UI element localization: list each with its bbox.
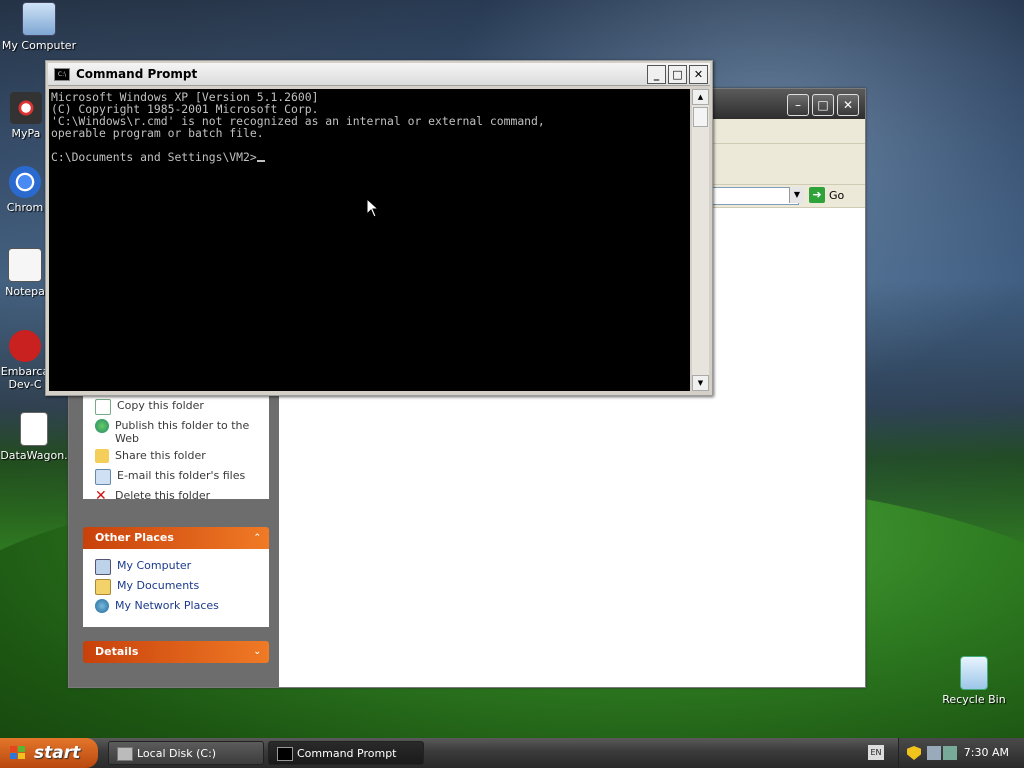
desktop-icon-datawagon[interactable]: DataWagon. bbox=[0, 412, 70, 462]
close-button[interactable]: ✕ bbox=[689, 65, 708, 84]
chrome-icon bbox=[9, 166, 41, 198]
place-my-computer[interactable]: My Computer bbox=[95, 559, 265, 575]
file-folder-tasks-panel: Copy this folder Publish this folder to … bbox=[83, 395, 269, 503]
desktop-icon-embarcadero[interactable]: Embarca Dev-C bbox=[0, 330, 50, 391]
my-documents-icon bbox=[95, 579, 111, 595]
place-my-network-places[interactable]: My Network Places bbox=[95, 599, 265, 613]
file-icon bbox=[20, 412, 48, 446]
close-button[interactable]: ✕ bbox=[837, 94, 859, 116]
globe-icon bbox=[95, 419, 109, 433]
language-indicator[interactable]: EN bbox=[868, 745, 884, 760]
console-output[interactable]: Microsoft Windows XP [Version 5.1.2600] … bbox=[49, 89, 690, 391]
desktop-icon-label: DataWagon. bbox=[0, 449, 68, 462]
other-places-header[interactable]: Other Places ⌃ bbox=[83, 527, 269, 549]
desktop-icon-notepad[interactable]: Notepa bbox=[0, 248, 50, 298]
cmd-title: Command Prompt bbox=[76, 67, 198, 81]
recycle-bin-icon bbox=[960, 656, 988, 690]
console-line: operable program or batch file. bbox=[51, 126, 264, 140]
address-dropdown-button[interactable]: ▼ bbox=[789, 187, 804, 203]
task-copy-folder[interactable]: Copy this folder bbox=[95, 399, 265, 415]
email-icon bbox=[95, 469, 111, 485]
notepad-icon bbox=[8, 248, 42, 282]
windows-logo-icon bbox=[10, 746, 26, 760]
minimize-button[interactable]: _ bbox=[647, 65, 666, 84]
task-share-folder[interactable]: Share this folder bbox=[95, 449, 265, 463]
copy-icon bbox=[95, 399, 111, 415]
delete-x-icon: ✕ bbox=[95, 488, 107, 504]
text-cursor bbox=[256, 160, 265, 162]
paint-icon bbox=[10, 92, 42, 124]
security-shield-icon[interactable] bbox=[907, 746, 921, 760]
go-label: Go bbox=[829, 188, 845, 202]
command-prompt-window[interactable]: C:\ Command Prompt _ □ ✕ Microsoft Windo… bbox=[45, 60, 713, 396]
other-places-panel: My Computer My Documents My Network Plac… bbox=[83, 549, 269, 627]
maximize-button[interactable]: □ bbox=[812, 94, 834, 116]
clock[interactable]: 7:30 AM bbox=[964, 738, 1009, 768]
console-prompt: C:\Documents and Settings\VM2> bbox=[51, 150, 257, 164]
network-places-icon bbox=[95, 599, 109, 613]
network-icon[interactable] bbox=[927, 746, 941, 760]
desktop-icon-label: My Computer bbox=[1, 39, 77, 52]
task-email-files[interactable]: E-mail this folder's files bbox=[95, 469, 265, 485]
share-folder-icon bbox=[95, 449, 109, 463]
mouse-pointer-icon bbox=[366, 198, 380, 218]
address-input[interactable] bbox=[709, 187, 799, 205]
taskbar-button-local-disk[interactable]: Local Disk (C:) bbox=[108, 741, 264, 765]
task-delete-folder[interactable]: ✕ Delete this folder bbox=[95, 489, 265, 503]
scroll-thumb[interactable] bbox=[693, 107, 708, 127]
desktop: My Computer MyPa Chrom Notepa Embarca Dev… bbox=[0, 0, 1024, 738]
cmd-icon bbox=[277, 747, 293, 761]
desktop-icon-label: Chrom bbox=[6, 201, 44, 214]
system-tray: 7:30 AM bbox=[898, 738, 1024, 768]
drive-icon bbox=[117, 747, 133, 761]
cmd-system-icon[interactable]: C:\ bbox=[54, 68, 70, 81]
desktop-icon-label: Recycle Bin bbox=[942, 693, 1006, 706]
vertical-scrollbar[interactable]: ▲ ▼ bbox=[692, 89, 709, 391]
my-computer-icon bbox=[95, 559, 111, 575]
place-my-documents[interactable]: My Documents bbox=[95, 579, 265, 595]
expand-chevron-icon[interactable]: ⌄ bbox=[253, 641, 261, 663]
task-publish-web[interactable]: Publish this folder to the Web bbox=[95, 419, 265, 445]
scroll-down-arrow-icon[interactable]: ▼ bbox=[692, 375, 709, 391]
taskbar-button-command-prompt[interactable]: Command Prompt bbox=[268, 741, 424, 765]
go-arrow-icon: ➜ bbox=[809, 187, 825, 203]
desktop-icon-recycle-bin[interactable]: Recycle Bin bbox=[936, 656, 1012, 706]
desktop-icon-label: Embarca Dev-C bbox=[0, 365, 50, 391]
embarcadero-icon bbox=[9, 330, 41, 362]
scroll-up-arrow-icon[interactable]: ▲ bbox=[692, 89, 709, 105]
desktop-icon-label: Notepa bbox=[5, 285, 45, 298]
desktop-icon-chrome[interactable]: Chrom bbox=[0, 166, 50, 214]
details-header[interactable]: Details ⌄ bbox=[83, 641, 269, 663]
volume-icon[interactable] bbox=[943, 746, 957, 760]
my-computer-icon bbox=[22, 2, 56, 36]
go-button[interactable]: ➜ Go bbox=[809, 186, 859, 204]
taskbar: start Local Disk (C:) Command Prompt EN … bbox=[0, 738, 1024, 768]
collapse-chevron-icon[interactable]: ⌃ bbox=[253, 527, 261, 549]
start-button[interactable]: start bbox=[0, 738, 98, 768]
maximize-button[interactable]: □ bbox=[668, 65, 687, 84]
minimize-button[interactable]: – bbox=[787, 94, 809, 116]
cmd-titlebar[interactable]: C:\ Command Prompt _ □ ✕ bbox=[48, 63, 710, 86]
desktop-icon-my-computer[interactable]: My Computer bbox=[0, 2, 78, 52]
